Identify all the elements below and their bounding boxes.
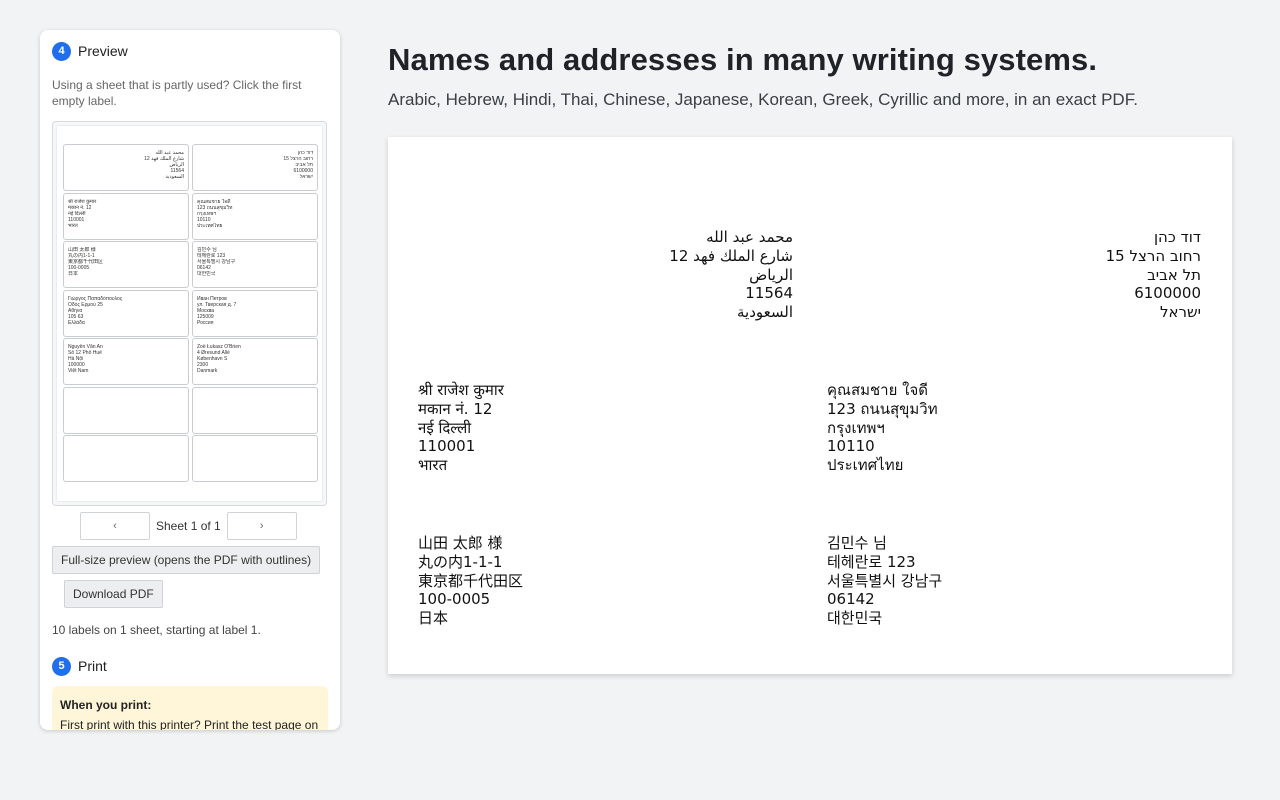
label-line: السعودية xyxy=(165,174,184,181)
page-label: דוד כהן רחוב הרצל 15 תל אביב 6100000 ישראל xyxy=(1106,228,1201,322)
page-label-line: 100-0005 xyxy=(418,590,491,609)
page-label-line: กรุงเทพฯ xyxy=(827,418,885,437)
page-label: 山田 太郎 様丸の内1-1-1 東京都千代田区 100-0005 日本 xyxy=(418,534,523,628)
label-slot[interactable]: श्री राजेश कुमार मकान नं. 12 नई दिल्ली 1100… xyxy=(63,192,189,240)
sheet-thumbnail: محمد عبد الله شارع الملك فهد 12 الرياض 1156… xyxy=(57,126,322,501)
label-slot[interactable] xyxy=(63,386,189,434)
label-slot[interactable]: คุณสมชาย ใจดี 123 ถนนสุขุมวิท กรุงเทพฯ 1011… xyxy=(192,192,318,240)
label-slot[interactable] xyxy=(192,435,318,482)
page-label-line: 06142 xyxy=(827,590,875,609)
download-pdf-button[interactable]: Download PDF xyxy=(64,580,163,608)
page-subtitle: Arabic, Hebrew, Hindi, Thai, Chinese, Ja… xyxy=(388,90,1138,109)
label-slot[interactable]: 山田 太郎 様丸の内1-1-1 東京都千代田区 100-0005 日本 xyxy=(63,241,189,288)
page-label-line: 110001 xyxy=(418,437,476,456)
label-line: ประเทศไทย xyxy=(197,222,223,229)
label-slot[interactable]: Γιώργος Παπαδόπουλος Οδός Ερμού 25 Αθήνα 10… xyxy=(63,289,189,337)
full-size-preview-button[interactable]: Full-size preview (opens the PDF with ou… xyxy=(52,546,321,574)
label-grid: محمد عبد الله شارع الملك فهد 12 الرياض 1156… xyxy=(63,144,318,482)
page-label-line: 123 ถนนสุขุมวิท xyxy=(827,399,938,418)
label-line: भारत xyxy=(68,222,78,229)
label-slot[interactable]: محمد عبد الله شارع الملك فهد 12 الرياض 1156… xyxy=(63,144,189,191)
page-label: 김민수 님 테헤란로 123 서울특별시 강남구 06142 대한민국 xyxy=(827,534,942,628)
page-label-line: नई दिल्ली xyxy=(418,418,472,437)
label-slot[interactable]: 김민수 님 테헤란로 123 서울특별시 강남구 06142 대한민국 xyxy=(192,241,318,288)
page-label-line: คุณสมชาย ใจดี xyxy=(827,381,929,399)
page-label: श्री राजेश कुमार मकान नं. 12 नई दिल्ली 1100… xyxy=(418,381,504,475)
label-line: Ελλάδα xyxy=(68,319,85,326)
label-slot[interactable] xyxy=(63,435,189,482)
preview-step-header: 4 Preview xyxy=(52,41,328,61)
page-label-line: 대한민국 xyxy=(827,609,883,628)
prev-sheet-button[interactable]: ‹ xyxy=(80,512,150,540)
page-label-line: 山田 太郎 様 xyxy=(418,534,503,552)
print-step-header: 5 Print xyxy=(52,656,328,676)
step-number-badge: 4 xyxy=(52,41,71,61)
sheet-preview-frame: محمد عبد الله شارع الملك فهد 12 الرياض 1156… xyxy=(52,121,327,506)
label-line: 日本 xyxy=(68,271,79,278)
page-label-line: 6100000 xyxy=(1134,284,1201,303)
sidebar-panel: 4 Preview Using a sheet that is partly u… xyxy=(40,30,340,730)
label-line: 대한민국 xyxy=(197,271,216,278)
page-label-line: 테헤란로 123 xyxy=(827,552,916,571)
page-label-line: شارع الملك فهد 12 xyxy=(669,246,793,265)
next-sheet-button[interactable]: › xyxy=(226,512,297,540)
label-slot[interactable]: דוד כהן רחוב הרצל 15 תל אביב 6100000 ישראל xyxy=(192,144,318,191)
label-line: Việt Nam xyxy=(68,368,89,375)
step-title: Print xyxy=(78,658,107,674)
page-label-line: 日本 xyxy=(418,609,449,628)
label-summary: 10 labels on 1 sheet, starting at label … xyxy=(52,623,261,637)
label-line: Россия xyxy=(197,319,214,326)
label-slot[interactable]: Zoë Łukasz O'Brien 4 Øresund Allé Københav… xyxy=(192,338,318,385)
page-label-line: 서울특별시 강남구 xyxy=(827,571,943,590)
preview-hint: Using a sheet that is partly used? Click… xyxy=(52,78,302,108)
print-notice: When you print: First print with this pr… xyxy=(52,686,328,730)
sheet-pager: ‹ Sheet 1 of 1 › xyxy=(80,512,328,540)
label-line: Danmark xyxy=(197,368,218,375)
page-label-line: श्री राजेश कुमार xyxy=(418,381,504,399)
label-line: ישראל xyxy=(299,174,313,181)
page-label-line: 10110 xyxy=(827,437,875,456)
pdf-page-preview: محمد عبد الله شارع الملك فهد 12 الرياض 1156… xyxy=(388,137,1232,674)
main-content: Names and addresses in many writing syst… xyxy=(388,42,1232,110)
page-label-line: רחוב הרצל 15 xyxy=(1105,246,1201,265)
page-label: محمد عبد الله شارع الملك فهد 12 الرياض 1156… xyxy=(669,228,793,322)
page-label-line: דוד כהן xyxy=(1153,228,1201,246)
label-slot[interactable]: Nguyễn Văn An Số 12 Phố Huế Hà Nội 100000 Vi… xyxy=(63,338,189,385)
page-label-line: ישראל xyxy=(1159,303,1201,322)
step-title: Preview xyxy=(78,43,128,59)
page-label-line: תל אביב xyxy=(1147,265,1201,284)
page-label-line: الرياض xyxy=(749,265,793,284)
page-label-line: السعودية xyxy=(736,303,793,322)
label-slot[interactable] xyxy=(192,386,318,434)
sheet-status: Sheet 1 of 1 xyxy=(156,519,221,533)
label-slot[interactable]: Иван Петров ул. Тверская д. 7 Москва 125009… xyxy=(192,289,318,337)
page-label-line: 丸の内1-1-1 xyxy=(418,552,503,571)
page-label: คุณสมชาย ใจดี 123 ถนนสุขุมวิท กรุงเทพฯ 1011… xyxy=(827,381,938,475)
notice-title: When you print: xyxy=(60,698,152,712)
page-label-line: 김민수 님 xyxy=(827,534,887,552)
page-label-line: मकान नं. 12 xyxy=(418,399,493,418)
page-label-line: ประเทศไทย xyxy=(827,456,904,475)
page-label-line: 東京都千代田区 xyxy=(418,571,524,590)
notice-text: First print with this printer? Print the… xyxy=(60,718,319,730)
page-label-line: محمد عبد الله xyxy=(706,228,793,246)
page-label-line: 11564 xyxy=(745,284,793,303)
page-label-line: भारत xyxy=(418,456,448,475)
page-title: Names and addresses in many writing syst… xyxy=(388,42,1098,77)
step-number-badge: 5 xyxy=(52,656,71,676)
